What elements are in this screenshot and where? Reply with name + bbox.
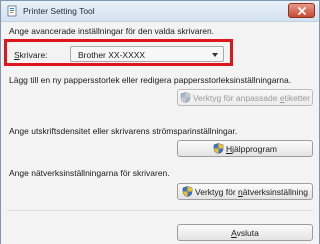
close-icon [297,6,306,15]
device-settings-button[interactable]: Hjälpprogram [177,140,313,157]
network-settings-label: Verktyg för nätverksinställning [195,186,308,197]
device-settings-description: Ange utskriftsdensitet eller skrivarens … [9,126,238,136]
title-bar[interactable]: Printer Setting Tool [1,1,319,22]
exit-button-label: Avsluta [231,227,259,238]
printer-select-value: Brother XX-XXXX [78,50,146,60]
shield-icon [182,186,193,197]
shield-icon [180,92,191,103]
network-settings-description: Ange nätverksinställningarna för skrivar… [9,168,170,178]
chevron-down-icon [212,53,218,57]
exit-button[interactable]: Avsluta [177,224,313,241]
custom-labels-tool-button[interactable]: Verktyg för anpassade etiketter [177,89,313,106]
printer-setting-tool-window: Printer Setting Tool Ange avancerade ins… [0,0,320,244]
printer-app-icon [7,5,17,17]
network-settings-button[interactable]: Verktyg för nätverksinställning [177,183,313,200]
device-settings-label: Hjälpprogram [225,143,278,154]
printer-select[interactable]: Brother XX-XXXX [70,46,224,62]
paper-size-description: Lägg till en ny pappersstorlek eller red… [9,75,292,85]
custom-labels-tool-label: Verktyg för anpassade etiketter [192,92,311,103]
printer-label: Skrivare: [14,50,48,60]
shield-icon [213,143,224,154]
close-button[interactable] [288,3,315,18]
divider [7,210,313,211]
window-title: Printer Setting Tool [23,6,95,16]
intro-text: Ange avancerade inställningar för den va… [9,26,215,36]
